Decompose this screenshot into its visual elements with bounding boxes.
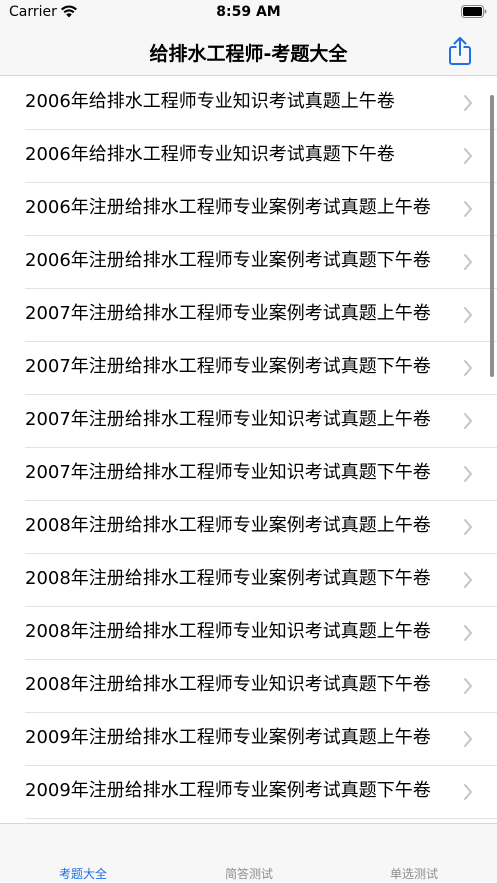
list-item-label: 2007年注册给排水工程师专业知识考试真题下午卷 [25, 462, 431, 483]
chevron-right-icon [464, 678, 472, 694]
list-item[interactable]: 2007年注册给排水工程师专业知识考试真题下午卷 [0, 448, 497, 501]
chevron-right-icon [464, 360, 472, 376]
list-item[interactable]: 2007年注册给排水工程师专业案例考试真题上午卷 [0, 289, 497, 342]
list-item-label: 2007年注册给排水工程师专业知识考试真题上午卷 [25, 409, 431, 430]
share-button[interactable] [445, 34, 475, 68]
row-separator [25, 818, 497, 819]
list-item[interactable]: 2009年注册给排水工程师专业案例考试真题下午卷 [0, 766, 497, 819]
chevron-right-icon [464, 466, 472, 482]
list-item[interactable]: 2008年注册给排水工程师专业知识考试真题上午卷 [0, 607, 497, 660]
list-item-label: 2006年给排水工程师专业知识考试真题下午卷 [25, 144, 395, 165]
status-bar: Carrier 8:59 AM [0, 0, 497, 26]
list-item-label: 2006年注册给排水工程师专业案例考试真题上午卷 [25, 197, 431, 218]
chevron-right-icon [464, 625, 472, 641]
chevron-right-icon [464, 519, 472, 535]
chevron-right-icon [464, 254, 472, 270]
list-item-label: 2007年注册给排水工程师专业案例考试真题上午卷 [25, 303, 431, 324]
chevron-right-icon [464, 95, 472, 111]
chevron-right-icon [464, 731, 472, 747]
scroll-indicator[interactable] [490, 95, 494, 377]
list-item-label: 2008年注册给排水工程师专业案例考试真题下午卷 [25, 568, 431, 589]
tab-single-choice-test[interactable]: 单选测试 [331, 865, 497, 882]
tab-bar: 考题大全 简答测试 单选测试 [0, 823, 497, 883]
list-item[interactable]: 2007年注册给排水工程师专业知识考试真题上午卷 [0, 395, 497, 448]
page-title: 给排水工程师-考题大全 [149, 43, 348, 65]
tab-short-answer-test[interactable]: 简答测试 [166, 865, 332, 882]
share-icon [449, 37, 471, 65]
navigation-bar: 给排水工程师-考题大全 [0, 26, 497, 76]
exam-list[interactable]: 2006年给排水工程师专业知识考试真题上午卷 2006年给排水工程师专业知识考试… [0, 77, 497, 823]
list-item-label: 2008年注册给排水工程师专业知识考试真题上午卷 [25, 621, 431, 642]
chevron-right-icon [464, 201, 472, 217]
list-item[interactable]: 2007年注册给排水工程师专业案例考试真题下午卷 [0, 342, 497, 395]
list-item-label: 2009年注册给排水工程师专业案例考试真题上午卷 [25, 727, 431, 748]
list-item[interactable]: 2006年给排水工程师专业知识考试真题上午卷 [0, 77, 497, 130]
list-item-label: 2007年注册给排水工程师专业案例考试真题下午卷 [25, 356, 431, 377]
list-item-label: 2006年给排水工程师专业知识考试真题上午卷 [25, 91, 395, 112]
chevron-right-icon [464, 148, 472, 164]
list-item-label: 2009年注册给排水工程师专业案例考试真题下午卷 [25, 780, 431, 801]
list-item-label: 2008年注册给排水工程师专业知识考试真题下午卷 [25, 674, 431, 695]
list-item[interactable]: 2008年注册给排水工程师专业案例考试真题下午卷 [0, 554, 497, 607]
list-item-label: 2008年注册给排水工程师专业案例考试真题上午卷 [25, 515, 431, 536]
list-item[interactable]: 2008年注册给排水工程师专业案例考试真题上午卷 [0, 501, 497, 554]
list-item[interactable]: 2006年给排水工程师专业知识考试真题下午卷 [0, 130, 497, 183]
list-item[interactable]: 2006年注册给排水工程师专业案例考试真题上午卷 [0, 183, 497, 236]
list-item[interactable]: 2009年注册给排水工程师专业案例考试真题上午卷 [0, 713, 497, 766]
chevron-right-icon [464, 413, 472, 429]
list-item[interactable]: 2008年注册给排水工程师专业知识考试真题下午卷 [0, 660, 497, 713]
tab-exam-collection[interactable]: 考题大全 [0, 865, 166, 882]
list-item[interactable]: 2006年注册给排水工程师专业案例考试真题下午卷 [0, 236, 497, 289]
battery-icon [461, 5, 487, 18]
chevron-right-icon [464, 784, 472, 800]
chevron-right-icon [464, 307, 472, 323]
list-item-label: 2006年注册给排水工程师专业案例考试真题下午卷 [25, 250, 431, 271]
chevron-right-icon [464, 572, 472, 588]
status-time: 8:59 AM [216, 4, 281, 20]
